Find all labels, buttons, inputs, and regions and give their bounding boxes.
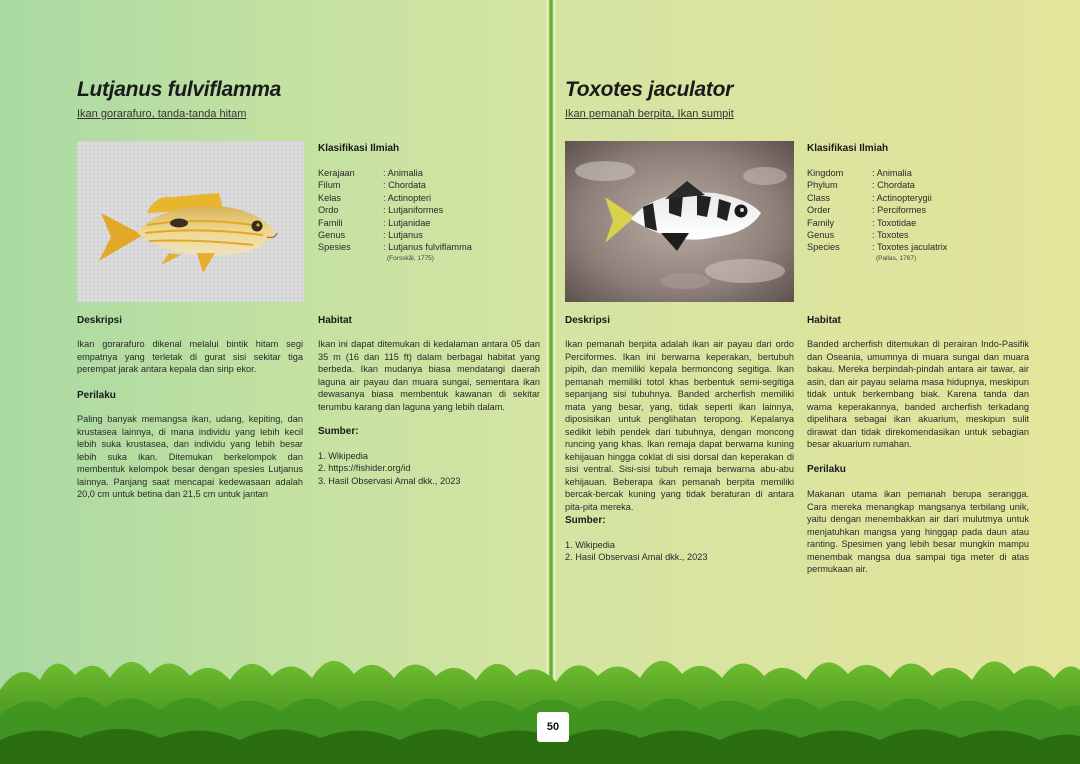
taxonomy-value: : Chordata: [872, 180, 915, 191]
fish-photo-lutjanus: [77, 141, 304, 302]
taxonomy-key: Kelas: [318, 192, 341, 203]
description-heading: Deskripsi: [77, 315, 123, 326]
behavior-text: Paling banyak memangsa ikan, udang, kepi…: [77, 414, 303, 499]
taxonomy-key: Ordo: [318, 205, 339, 216]
sources-list: 1. Wikipedia 2. Hasil Observasi Amal dkk…: [565, 539, 707, 564]
taxonomy-author: (Pallas, 1767): [876, 254, 917, 262]
taxonomy-row: Family : Toxotidae: [807, 217, 1027, 229]
taxonomy-row: Kingdom : Animalia: [807, 167, 1027, 179]
taxonomy-key: Kerajaan: [318, 168, 355, 178]
taxonomy-key: Genus: [318, 230, 346, 241]
taxonomy-value: : Lutjanus: [383, 230, 423, 241]
taxonomy-value: : Actinopteri: [383, 192, 432, 203]
taxonomy-row: Phylum : Chordata: [807, 179, 1027, 191]
taxonomy-value: : Toxotes: [872, 230, 909, 241]
source-item: 3. Hasil Observasi Amal dkk., 2023: [318, 475, 461, 486]
taxonomy-key: Kingdom: [807, 168, 844, 178]
classification-heading: Klasifikasi Ilmiah: [807, 143, 889, 154]
taxonomy-value: : Lutjanus fulviflamma: [383, 242, 472, 253]
behavior-heading: Perilaku: [77, 390, 116, 401]
taxonomy-key: Family: [807, 217, 835, 228]
taxonomy-key: Famili: [318, 217, 343, 228]
taxonomy-key: Species: [807, 242, 840, 253]
taxonomy-row: Filum : Chordata: [318, 179, 538, 191]
taxonomy-table: Kerajaan : Animalia Filum : Chordata Kelas…: [318, 167, 538, 265]
taxonomy-value: : Animalia: [383, 168, 423, 178]
taxonomy-row: Species : Toxotes jaculatrix: [807, 241, 1027, 253]
source-item: 1. Wikipedia: [565, 540, 616, 550]
source-item: 2. https://fishider.org/id: [318, 463, 411, 474]
description-text: Ikan pemanah berpita adalah ikan air pay…: [565, 339, 794, 512]
taxonomy-key: Spesies: [318, 242, 351, 253]
taxonomy-value: : Chordata: [383, 180, 426, 191]
classification-heading: Klasifikasi Ilmiah: [318, 143, 400, 154]
taxonomy-row: Genus : Toxotes: [807, 229, 1027, 241]
taxonomy-table: Kingdom : Animalia Phylum : Chordata Class…: [807, 167, 1027, 265]
description-text: Ikan gorarafuro dikenal melalui bintik h…: [77, 339, 303, 374]
species-title: Lutjanus fulviflamma: [77, 78, 282, 101]
taxonomy-author: (Forsskål, 1775): [387, 254, 434, 262]
behavior-heading: Perilaku: [807, 464, 846, 475]
taxonomy-value: : Actinopterygii: [872, 192, 932, 203]
foliage-decoration: [0, 660, 1080, 764]
taxonomy-key: Phylum: [807, 180, 838, 191]
taxonomy-row: Ordo : Lutjaniformes: [318, 204, 538, 216]
taxonomy-value: : Toxotes jaculatrix: [872, 242, 948, 253]
taxonomy-key: Filum: [318, 180, 341, 191]
taxonomy-value: : Toxotidae: [872, 217, 917, 228]
taxonomy-value: : Perciformes: [872, 205, 927, 216]
taxonomy-row: Genus : Lutjanus: [318, 229, 538, 241]
species-common-name: Ikan pemanah berpita, Ikan sumpit: [565, 108, 734, 120]
source-item: 2. Hasil Observasi Amal dkk., 2023: [565, 552, 708, 563]
taxonomy-key: Genus: [807, 230, 835, 241]
habitat-heading: Habitat: [318, 315, 352, 326]
taxonomy-value: : Lutjanidae: [383, 217, 431, 228]
source-item: 1. Wikipedia: [318, 451, 369, 461]
sources-heading: Sumber:: [318, 426, 359, 437]
species-common-name: Ikan gorarafuro, tanda-tanda hitam: [77, 108, 247, 120]
taxonomy-row: Kelas : Actinopteri: [318, 192, 538, 204]
habitat-text: Banded archerfish ditemukan di perairan …: [807, 339, 1029, 449]
fish-photo-toxotes: [565, 141, 794, 302]
habitat-text: Ikan ini dapat ditemukan di kedalaman an…: [318, 339, 540, 412]
taxonomy-row: Order : Perciformes: [807, 204, 1027, 216]
taxonomy-key: Order: [807, 205, 831, 216]
taxonomy-value: : Animalia: [872, 168, 912, 178]
taxonomy-value: : Lutjaniformes: [383, 205, 444, 216]
sources-list: 1. Wikipedia 2. https://fishider.org/id …: [318, 450, 460, 487]
behavior-text: Makanan utama ikan pemanah berupa serang…: [807, 489, 1029, 574]
taxonomy-key: Class: [807, 192, 830, 203]
description-heading: Deskripsi: [565, 315, 611, 326]
sources-heading: Sumber:: [565, 515, 606, 526]
book-spread: Lutjanus fulviflamma Ikan gorarafuro, ta…: [0, 0, 1080, 764]
taxonomy-row: Famili : Lutjanidae: [318, 217, 538, 229]
species-title: Toxotes jaculator: [565, 78, 733, 101]
habitat-heading: Habitat: [807, 315, 841, 326]
taxonomy-row: Spesies : Lutjanus fulviflamma: [318, 241, 538, 253]
taxonomy-row: Kerajaan : Animalia: [318, 167, 538, 179]
taxonomy-row: Class : Actinopterygii: [807, 192, 1027, 204]
page-number: 50: [537, 712, 569, 742]
